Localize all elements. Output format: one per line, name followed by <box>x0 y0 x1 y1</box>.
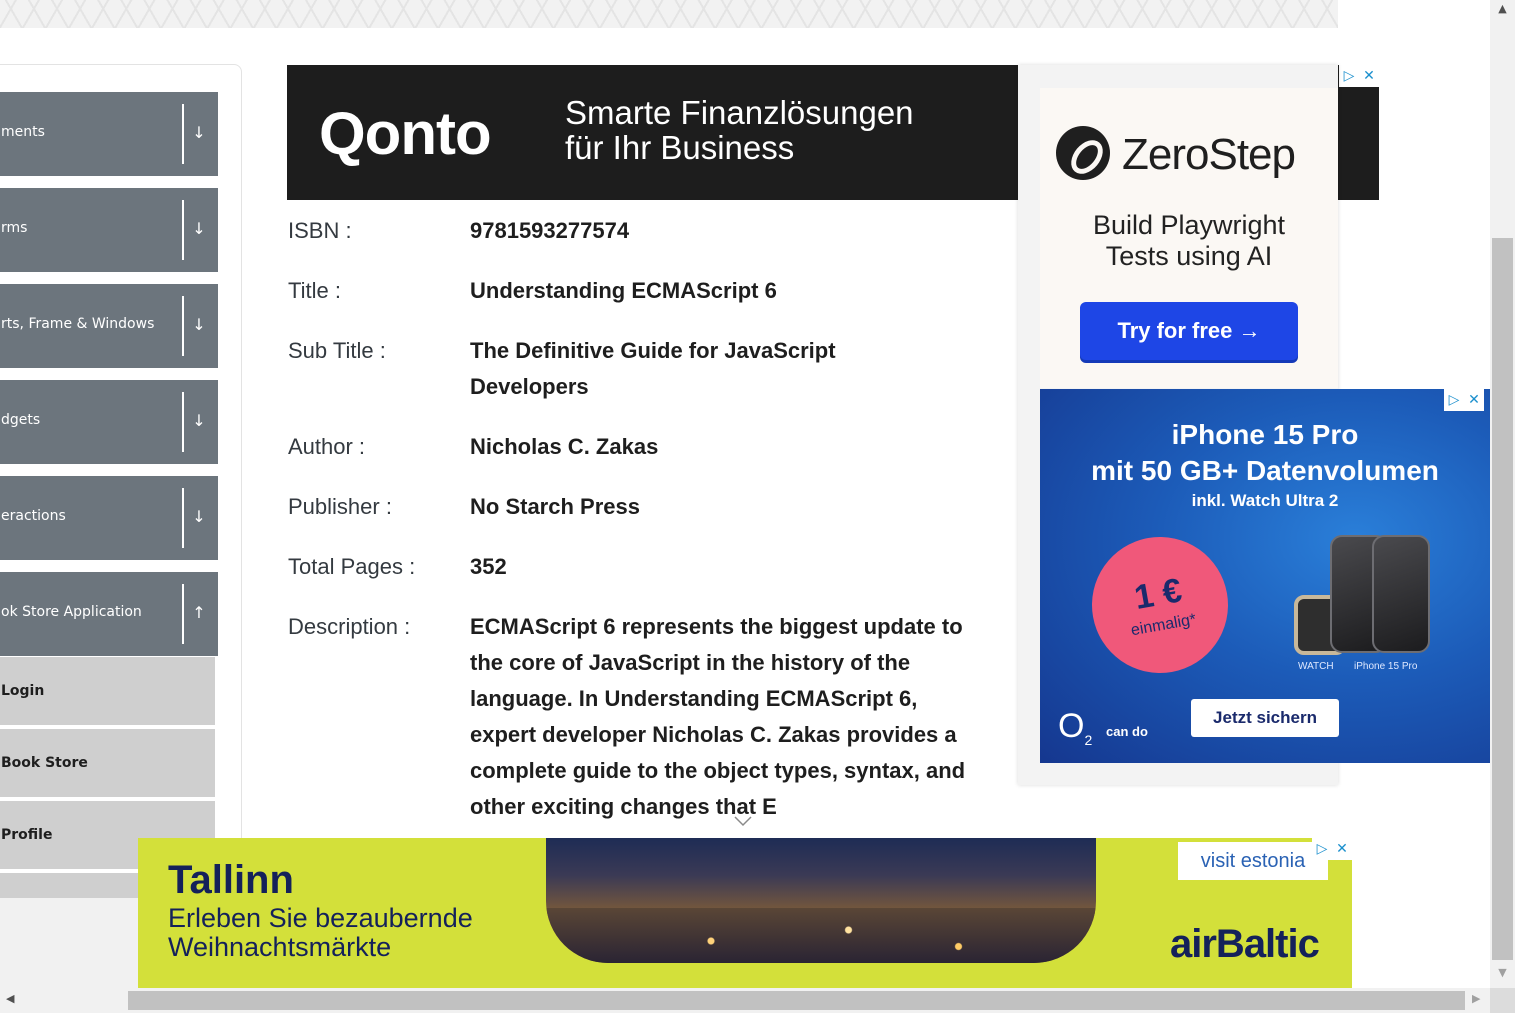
close-icon[interactable]: ✕ <box>1464 389 1484 411</box>
title-label: Title : <box>288 278 341 303</box>
ad-brand: ZeroStep <box>1122 130 1296 179</box>
vertical-scrollbar[interactable]: ▲ ▼ <box>1490 0 1515 988</box>
qonto-logo: Qonto <box>319 100 492 167</box>
ad-controls: ▷ ✕ <box>1444 389 1484 411</box>
isbn-value: 9781593277574 <box>470 218 630 243</box>
price-badge: 1 € einmalig* <box>1081 526 1239 684</box>
sidebar-group-book-store-application[interactable]: ok Store Application ↑ <box>0 572 218 656</box>
divider <box>182 296 184 356</box>
sidebar-group-forms[interactable]: rms ↓ <box>0 188 218 272</box>
ad-tagline-line: Tests using AI <box>1105 241 1273 271</box>
ad-tagline: Build Playwright Tests using AI <box>1040 210 1338 272</box>
sidebar-item-label: Login <box>1 683 45 699</box>
divider <box>182 392 184 452</box>
author-value: Nicholas C. Zakas <box>470 434 659 459</box>
o2-logo: O2 <box>1058 707 1092 748</box>
description-label: Description : <box>288 614 411 639</box>
subtitle-label: Sub Title : <box>288 338 386 363</box>
sidebar: ments ↓ rms ↓ rts, Frame & Windows ↓ dge… <box>0 64 242 901</box>
ad-tallinn[interactable]: Tallinn Erleben Sie bezaubernde Weihnach… <box>138 838 1352 988</box>
o2-letter: O <box>1058 707 1085 745</box>
phone-front-image <box>1372 535 1430 653</box>
scrollbar-thumb[interactable] <box>128 991 1465 1010</box>
sidebar-item-label: Profile <box>1 827 53 843</box>
close-icon[interactable]: ✕ <box>1359 65 1379 87</box>
phone-caption: iPhone 15 Pro <box>1354 661 1418 672</box>
jetzt-sichern-button[interactable]: Jetzt sichern <box>1191 699 1339 737</box>
sidebar-group-label: eractions <box>1 508 66 524</box>
description-value: ECMAScript 6 represents the biggest upda… <box>470 614 966 819</box>
scroll-left-icon[interactable]: ◀ <box>6 992 14 1005</box>
airbaltic-logo: airBaltic <box>1170 922 1320 966</box>
try-for-free-button[interactable]: Try for free → <box>1080 302 1298 360</box>
ad-tagline-line: Build Playwright <box>1092 210 1286 240</box>
expand-arrow-icon: ↓ <box>192 123 206 142</box>
sidebar-item-login[interactable]: Login <box>0 657 215 727</box>
pages-label: Total Pages : <box>288 554 416 579</box>
top-banner <box>0 0 1338 28</box>
expand-arrow-icon: ↓ <box>192 219 206 238</box>
chevron-down-icon[interactable] <box>733 815 753 829</box>
divider <box>182 104 184 164</box>
ad-slogan: Smarte Finanzlösungen für Ihr Business <box>565 95 914 165</box>
sidebar-group-interactions[interactable]: eractions ↓ <box>0 476 218 560</box>
collapse-arrow-icon: ↑ <box>192 603 206 622</box>
expand-arrow-icon: ↓ <box>192 315 206 334</box>
ad-subline-line: Weihnachtsmärkte <box>168 932 392 962</box>
provider-tag: can do <box>1106 724 1148 739</box>
ad-headline-line: iPhone 15 Pro <box>1171 419 1359 450</box>
divider <box>182 584 184 644</box>
expand-arrow-icon: ↓ <box>192 411 206 430</box>
ad-subline-line: Erleben Sie bezaubernde <box>168 903 473 933</box>
expand-arrow-icon: ↓ <box>192 507 206 526</box>
ad-slogan-line: Smarte Finanzlösungen <box>565 94 914 131</box>
sidebar-item-label: Book Store <box>1 755 88 771</box>
divider <box>182 488 184 548</box>
adchoices-icon[interactable]: ▷ <box>1444 389 1464 411</box>
title-value: Understanding ECMAScript 6 <box>470 278 777 303</box>
ad-subline: Erleben Sie bezaubernde Weihnachtsmärkte <box>168 904 473 962</box>
scroll-up-icon[interactable]: ▲ <box>1490 2 1515 15</box>
subtitle-value: The Definitive Guide for JavaScript Deve… <box>470 338 836 399</box>
sidebar-group-label: dgets <box>1 412 41 428</box>
horizontal-scrollbar[interactable]: ◀ ▶ <box>0 988 1490 1013</box>
author-label: Author : <box>288 434 366 459</box>
adchoices-icon[interactable]: ▷ <box>1339 65 1359 87</box>
ad-city: Tallinn <box>168 858 294 902</box>
visit-estonia-logo: visit estonia <box>1178 842 1328 880</box>
scroll-right-icon[interactable]: ▶ <box>1472 992 1480 1005</box>
page: ments ↓ rms ↓ rts, Frame & Windows ↓ dge… <box>0 0 1515 1013</box>
o2-sub: 2 <box>1084 731 1093 748</box>
sidebar-group-label: rts, Frame & Windows <box>1 316 155 332</box>
ad-controls: ▷ ✕ <box>1312 838 1352 860</box>
ad-slogan-line: für Ihr Business <box>565 129 795 166</box>
ad-zerostep[interactable]: ZeroStep Build Playwright Tests using AI… <box>1040 88 1338 388</box>
sidebar-group-elements[interactable]: ments ↓ <box>0 92 218 176</box>
sidebar-group-widgets[interactable]: dgets ↓ <box>0 380 218 464</box>
scrollbar-thumb[interactable] <box>1492 238 1513 960</box>
adchoices-icon[interactable]: ▷ <box>1312 838 1332 860</box>
christmas-market-image <box>546 838 1096 963</box>
pages-value: 352 <box>470 554 507 579</box>
scrollbar-corner <box>1490 988 1515 1013</box>
isbn-label: ISBN : <box>288 218 352 243</box>
publisher-label: Publisher : <box>288 494 392 519</box>
close-icon[interactable]: ✕ <box>1332 838 1352 860</box>
ad-iphone[interactable]: iPhone 15 Pro mit 50 GB+ Datenvolumen in… <box>1040 389 1490 763</box>
sidebar-group-alerts-frame-windows[interactable]: rts, Frame & Windows ↓ <box>0 284 218 368</box>
divider <box>182 200 184 260</box>
scroll-down-icon[interactable]: ▼ <box>1490 966 1515 979</box>
publisher-value: No Starch Press <box>470 494 640 519</box>
ad-controls: ▷ ✕ <box>1339 65 1379 87</box>
sidebar-item-book-store[interactable]: Book Store <box>0 729 215 799</box>
sidebar-group-label: ok Store Application <box>1 604 142 620</box>
zerostep-logo-icon <box>1056 126 1110 180</box>
sidebar-group-label: ments <box>1 124 45 140</box>
sidebar-group-label: rms <box>1 220 28 236</box>
watch-caption: WATCH <box>1298 661 1334 672</box>
ad-headline-line: mit 50 GB+ Datenvolumen <box>1091 455 1439 486</box>
ad-subline: inkl. Watch Ultra 2 <box>1191 491 1339 510</box>
ad-headline: iPhone 15 Pro mit 50 GB+ Datenvolumen <box>1040 417 1490 489</box>
